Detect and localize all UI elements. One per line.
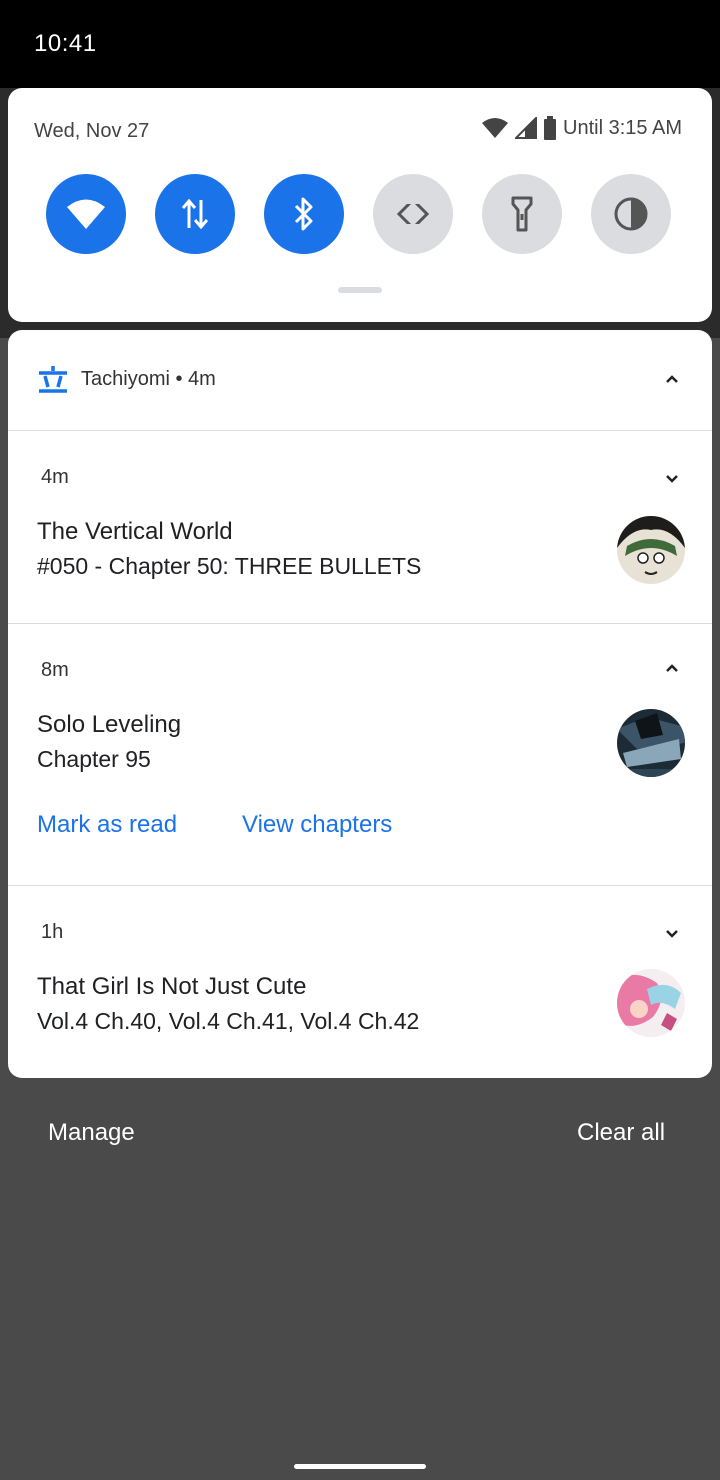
mark-as-read-button[interactable]: Mark as read — [37, 811, 177, 839]
cell-signal-icon — [515, 117, 538, 139]
cover-thumbnail — [617, 969, 685, 1037]
mobile-data-tile[interactable] — [155, 174, 235, 254]
manga-cover-avatar — [617, 709, 685, 777]
view-chapters-button[interactable]: View chapters — [242, 811, 392, 839]
flashlight-tile[interactable] — [482, 174, 562, 254]
chevron-up-icon[interactable] — [662, 370, 682, 390]
clear-all-button[interactable]: Clear all — [577, 1119, 665, 1147]
auto-rotate-tile[interactable] — [373, 174, 453, 254]
notification-item[interactable]: 4m The Vertical World #050 - Chapter 50:… — [8, 431, 712, 624]
qs-date: Wed, Nov 27 — [34, 120, 150, 142]
notification-time: 1h — [41, 921, 64, 943]
quick-tiles — [46, 174, 671, 254]
cover-thumbnail — [617, 709, 685, 777]
manage-button[interactable]: Manage — [48, 1119, 135, 1147]
chevron-down-icon[interactable] — [662, 923, 682, 943]
chevron-up-icon[interactable] — [662, 659, 682, 679]
manga-cover-avatar — [617, 516, 685, 584]
notification-title: That Girl Is Not Just Cute — [37, 973, 307, 1000]
notification-time: 8m — [41, 659, 69, 681]
status-bar: 10:41 — [0, 0, 720, 88]
notification-group-header[interactable]: Tachiyomi • 4m — [8, 330, 712, 431]
qs-status-icons: Until 3:15 AM — [481, 116, 682, 140]
invert-colors-tile[interactable] — [591, 174, 671, 254]
notification-title: Solo Leveling — [37, 711, 182, 738]
manga-cover-avatar — [617, 969, 685, 1037]
qs-drag-handle[interactable] — [338, 287, 382, 293]
cover-thumbnail — [617, 516, 685, 584]
bluetooth-tile[interactable] — [264, 174, 344, 254]
quick-settings-panel: Wed, Nov 27 Until 3:15 AM — [8, 88, 712, 322]
gesture-nav-handle[interactable] — [294, 1464, 426, 1469]
notification-text: Vol.4 Ch.40, Vol.4 Ch.41, Vol.4 Ch.42 — [37, 1008, 420, 1034]
notification-item[interactable]: 8m Solo Leveling Chapter 95 Mark as read… — [8, 624, 712, 886]
battery-icon — [544, 116, 557, 140]
tachiyomi-icon — [39, 366, 67, 393]
notification-card: Tachiyomi • 4m 4m The Vertical World #05… — [8, 330, 712, 1078]
bluetooth-icon — [294, 197, 313, 231]
status-clock: 10:41 — [34, 30, 97, 57]
notification-item[interactable]: 1h That Girl Is Not Just Cute Vol.4 Ch.4… — [8, 886, 712, 1078]
flashlight-icon — [511, 196, 533, 232]
chevron-down-icon[interactable] — [662, 468, 682, 488]
app-label: Tachiyomi • 4m — [81, 368, 216, 390]
battery-time: Until 3:15 AM — [563, 116, 682, 139]
notification-time: 4m — [41, 466, 69, 488]
rotate-icon — [396, 194, 430, 234]
notification-text: #050 - Chapter 50: THREE BULLETS — [37, 553, 422, 579]
wifi-signal-icon — [482, 118, 509, 138]
wifi-tile[interactable] — [46, 174, 126, 254]
notification-title: The Vertical World — [37, 518, 233, 545]
notification-text: Chapter 95 — [37, 746, 151, 772]
contrast-icon — [614, 197, 648, 231]
data-arrows-icon — [181, 198, 209, 230]
wifi-icon — [67, 199, 105, 229]
